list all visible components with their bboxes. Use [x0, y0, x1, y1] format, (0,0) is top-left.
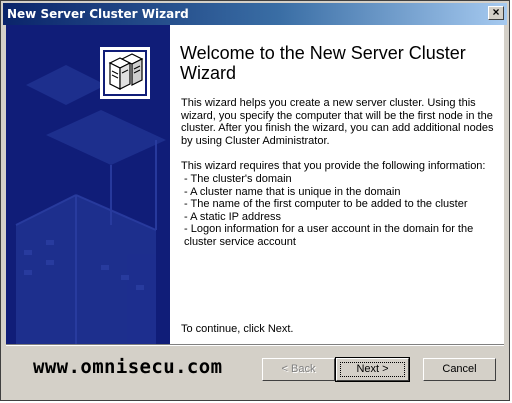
list-item: - Logon information for a user account i…	[184, 223, 474, 248]
requirements-intro: This wizard requires that you provide th…	[181, 160, 486, 172]
intro-text: This wizard helps you create a new serve…	[181, 97, 494, 147]
cancel-button-label: Cancel	[442, 363, 477, 375]
server-rack-artwork	[6, 25, 170, 344]
wizard-content: Welcome to the New Server Cluster Wizard…	[170, 25, 504, 344]
cancel-button[interactable]: Cancel	[423, 358, 496, 381]
server-cluster-icon	[100, 47, 150, 99]
wizard-window: New Server Cluster Wizard × Welcome to t…	[0, 0, 510, 401]
close-icon: ×	[492, 5, 500, 19]
next-button-label: Next >	[356, 363, 389, 375]
title-bar[interactable]: New Server Cluster Wizard ×	[3, 3, 507, 25]
requirements-list: - The cluster's domain - A cluster name …	[184, 173, 494, 249]
next-button[interactable]: Next >	[335, 357, 410, 382]
back-button[interactable]: < Back	[262, 358, 335, 381]
wizard-side-graphic	[6, 25, 170, 344]
back-button-label: < Back	[281, 363, 316, 375]
wizard-heading: Welcome to the New Server Cluster Wizard	[180, 43, 466, 83]
list-item: - The cluster's domain	[184, 173, 292, 185]
footer-divider	[6, 344, 504, 346]
list-item: - A static IP address	[184, 210, 282, 223]
watermark-text: www.omnisecu.com	[33, 356, 223, 378]
window-title: New Server Cluster Wizard	[7, 7, 189, 21]
close-button[interactable]: ×	[488, 6, 504, 20]
list-item: - A cluster name that is unique in the d…	[184, 185, 401, 198]
list-item: - The name of the first computer to be a…	[184, 198, 468, 211]
continue-instruction: To continue, click Next.	[181, 323, 294, 335]
